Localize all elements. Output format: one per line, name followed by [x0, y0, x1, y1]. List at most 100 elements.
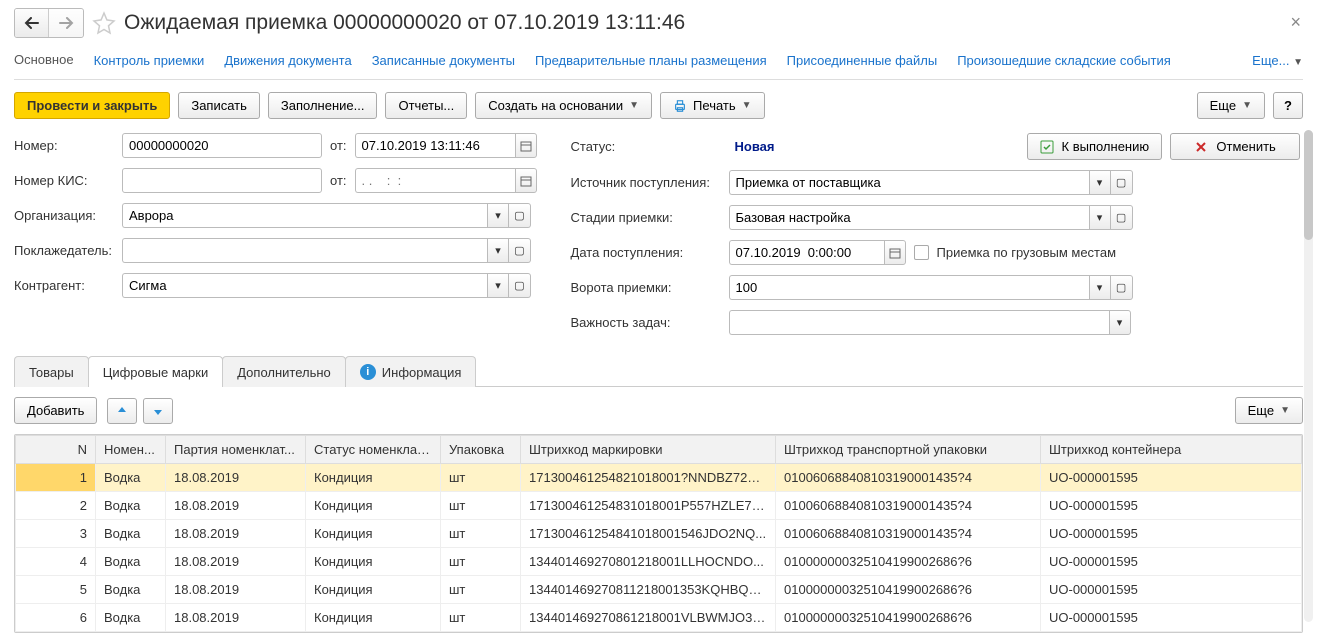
- col-transport-barcode[interactable]: Штрихкод транспортной упаковки: [776, 436, 1041, 464]
- more-button[interactable]: Еще ▼: [1197, 92, 1265, 119]
- table-cell: 010000000325104199002686?6: [776, 604, 1041, 632]
- grid-more-label: Еще: [1248, 403, 1274, 418]
- more-label: Еще: [1210, 98, 1236, 113]
- table-cell: 010060688408103190001435?4: [776, 464, 1041, 492]
- tab-prelim-plans[interactable]: Предварительные планы размещения: [535, 53, 767, 68]
- tab-digital-marks[interactable]: Цифровые марки: [88, 356, 223, 387]
- kis-number-input[interactable]: [122, 168, 322, 193]
- open-icon[interactable]: ▢: [509, 238, 531, 263]
- task-icon: [1040, 140, 1054, 154]
- dropdown-icon[interactable]: ▾: [1089, 275, 1111, 300]
- table-cell: Водка: [96, 576, 166, 604]
- depositor-input[interactable]: [122, 238, 487, 263]
- calendar-icon[interactable]: [515, 168, 537, 193]
- print-button[interactable]: Печать ▼: [660, 92, 765, 119]
- to-execution-button[interactable]: К выполнению: [1027, 133, 1163, 160]
- close-icon[interactable]: ×: [1290, 12, 1301, 33]
- dropdown-icon[interactable]: ▾: [487, 273, 509, 298]
- calendar-icon[interactable]: [884, 240, 906, 265]
- table-row[interactable]: 2Водка18.08.2019Кондицияшт17130046125483…: [16, 492, 1302, 520]
- table-row[interactable]: 1Водка18.08.2019Кондицияшт17130046125482…: [16, 464, 1302, 492]
- kis-number-label: Номер КИС:: [14, 173, 114, 188]
- table-cell: 171300461254821018001?NNDBZ72G...: [521, 464, 776, 492]
- table-cell: шт: [441, 548, 521, 576]
- tab-movements[interactable]: Движения документа: [224, 53, 351, 68]
- source-input[interactable]: [729, 170, 1089, 195]
- add-row-button[interactable]: Добавить: [14, 397, 97, 424]
- table-cell: шт: [441, 520, 521, 548]
- help-button[interactable]: ?: [1273, 92, 1303, 119]
- col-n[interactable]: N: [16, 436, 96, 464]
- grid-more-button[interactable]: Еще ▼: [1235, 397, 1303, 424]
- table-cell: 5: [16, 576, 96, 604]
- table-row[interactable]: 4Водка18.08.2019Кондицияшт13440146927080…: [16, 548, 1302, 576]
- scrollbar-thumb[interactable]: [1304, 130, 1313, 240]
- col-mark-barcode[interactable]: Штрихкод маркировки: [521, 436, 776, 464]
- table-row[interactable]: 3Водка18.08.2019Кондицияшт17130046125484…: [16, 520, 1302, 548]
- col-batch[interactable]: Партия номенклат...: [166, 436, 306, 464]
- printer-icon: [673, 99, 687, 113]
- table-cell: 010060688408103190001435?4: [776, 520, 1041, 548]
- by-cargo-checkbox[interactable]: [914, 245, 929, 260]
- calendar-icon[interactable]: [515, 133, 537, 158]
- open-icon[interactable]: ▢: [1111, 275, 1133, 300]
- cancel-button[interactable]: Отменить: [1170, 133, 1300, 160]
- tab-information[interactable]: iИнформация: [345, 356, 477, 387]
- col-package[interactable]: Упаковка: [441, 436, 521, 464]
- dropdown-icon[interactable]: ▾: [487, 203, 509, 228]
- reports-button[interactable]: Отчеты...: [385, 92, 467, 119]
- fill-button[interactable]: Заполнение...: [268, 92, 378, 119]
- forward-button[interactable]: [49, 9, 83, 37]
- back-button[interactable]: [15, 9, 49, 37]
- dropdown-icon[interactable]: ▾: [1089, 170, 1111, 195]
- col-status[interactable]: Статус номенклат...: [306, 436, 441, 464]
- table-row[interactable]: 5Водка18.08.2019Кондицияшт13440146927081…: [16, 576, 1302, 604]
- gate-input[interactable]: [729, 275, 1089, 300]
- kis-date-input[interactable]: [355, 168, 515, 193]
- section-tabs: Товары Цифровые марки Дополнительно iИнф…: [14, 355, 1303, 387]
- tab-additional[interactable]: Дополнительно: [222, 356, 346, 387]
- open-icon[interactable]: ▢: [509, 273, 531, 298]
- tab-main[interactable]: Основное: [14, 52, 74, 69]
- print-label: Печать: [693, 98, 736, 113]
- dropdown-icon[interactable]: ▾: [1089, 205, 1111, 230]
- vertical-scrollbar[interactable]: [1304, 130, 1313, 622]
- priority-input[interactable]: [729, 310, 1109, 335]
- dropdown-icon[interactable]: ▾: [1109, 310, 1131, 335]
- form-area: Номер: от: Номер КИС: от: Организация:: [14, 133, 1303, 335]
- table-row[interactable]: 6Водка18.08.2019Кондицияшт13440146927086…: [16, 604, 1302, 632]
- chevron-down-icon: ▼: [1242, 100, 1252, 111]
- table-cell: 4: [16, 548, 96, 576]
- col-nomenclature[interactable]: Номен...: [96, 436, 166, 464]
- open-icon[interactable]: ▢: [1111, 170, 1133, 195]
- organization-input[interactable]: [122, 203, 487, 228]
- date-input[interactable]: [355, 133, 515, 158]
- open-icon[interactable]: ▢: [509, 203, 531, 228]
- table-cell: 18.08.2019: [166, 520, 306, 548]
- table-cell: шт: [441, 604, 521, 632]
- move-up-button[interactable]: [107, 398, 137, 424]
- tabs-more[interactable]: Еще... ▼: [1252, 53, 1303, 68]
- tab-control[interactable]: Контроль приемки: [94, 53, 205, 68]
- write-button[interactable]: Записать: [178, 92, 260, 119]
- dropdown-icon[interactable]: ▾: [487, 238, 509, 263]
- create-based-on-button[interactable]: Создать на основании ▼: [475, 92, 652, 119]
- number-input[interactable]: [122, 133, 322, 158]
- table-cell: Водка: [96, 464, 166, 492]
- table-cell: 134401469270801218001LLHOCNDO...: [521, 548, 776, 576]
- arrival-date-input[interactable]: [729, 240, 884, 265]
- tab-attachments[interactable]: Присоединенные файлы: [787, 53, 938, 68]
- contractor-input[interactable]: [122, 273, 487, 298]
- from-label: от:: [330, 138, 347, 153]
- tab-events[interactable]: Произошедшие складские события: [957, 53, 1171, 68]
- favorite-star-icon[interactable]: [92, 11, 116, 35]
- open-icon[interactable]: ▢: [1111, 205, 1133, 230]
- tab-goods[interactable]: Товары: [14, 356, 89, 387]
- post-and-close-button[interactable]: Провести и закрыть: [14, 92, 170, 119]
- table-cell: 3: [16, 520, 96, 548]
- chevron-down-icon: ▼: [1280, 405, 1290, 416]
- stages-input[interactable]: [729, 205, 1089, 230]
- col-container-barcode[interactable]: Штрихкод контейнера: [1041, 436, 1302, 464]
- move-down-button[interactable]: [143, 398, 173, 424]
- tab-saved-docs[interactable]: Записанные документы: [372, 53, 515, 68]
